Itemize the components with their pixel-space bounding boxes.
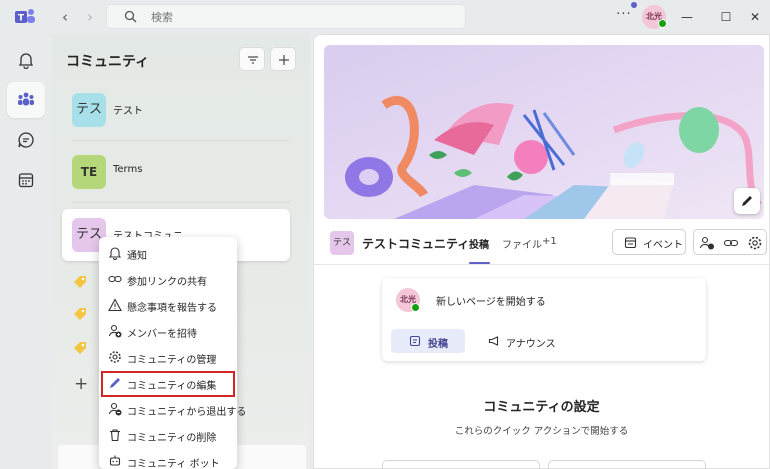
tab-posts[interactable]: 投稿 bbox=[469, 236, 489, 251]
menu-item-report[interactable]: 懸念事項を報告する bbox=[99, 293, 237, 319]
community-item[interactable]: テス テスト bbox=[62, 84, 290, 136]
calendar-icon bbox=[18, 173, 34, 188]
teams-logo-icon: T bbox=[15, 9, 35, 24]
calendar-icon bbox=[624, 237, 637, 249]
post-icon bbox=[409, 335, 421, 347]
add-community-button[interactable] bbox=[270, 47, 296, 71]
community-title: テストコミュニティ bbox=[362, 237, 470, 251]
filter-icon bbox=[248, 56, 258, 64]
community-avatar: テス bbox=[330, 231, 354, 255]
announcement-button[interactable]: アナウンス bbox=[478, 329, 568, 353]
communities-icon bbox=[18, 92, 34, 106]
community-item[interactable]: TE Terms bbox=[62, 146, 290, 198]
rail-calendar[interactable] bbox=[7, 162, 45, 198]
menu-item-label: 懸念事項を報告する bbox=[127, 303, 217, 314]
menu-item-manage[interactable]: コミュニティの管理 bbox=[99, 345, 237, 371]
svg-text:T: T bbox=[18, 14, 25, 24]
divider bbox=[72, 140, 290, 141]
community-avatar: テス bbox=[72, 93, 106, 127]
app-rail bbox=[0, 34, 52, 469]
search-input[interactable] bbox=[151, 8, 451, 26]
context-menu: 通知 参加リンクの共有 懸念事項を報告する メンバーを招待 コミュニティの管理 … bbox=[99, 237, 246, 469]
warning-icon bbox=[108, 298, 122, 312]
community-header: テス テストコミュニティ 投稿 ファイル +1 イベント bbox=[314, 219, 769, 265]
trash-icon bbox=[110, 429, 120, 442]
manage-members-icon[interactable] bbox=[699, 235, 715, 251]
bell-icon bbox=[108, 247, 122, 260]
link-icon bbox=[108, 275, 122, 283]
new-page-prompt[interactable]: 新しいページを開始する bbox=[436, 293, 546, 308]
pencil-icon bbox=[742, 196, 752, 206]
menu-item-label: コミュニティの編集 bbox=[127, 381, 217, 392]
notification-dot bbox=[631, 2, 637, 8]
tag-icon bbox=[74, 308, 86, 320]
tag-icon bbox=[74, 276, 86, 288]
menu-item-edit-community[interactable]: コミュニティの編集 bbox=[101, 371, 235, 397]
plus-icon bbox=[279, 55, 289, 65]
filter-button[interactable] bbox=[239, 47, 265, 71]
tab-files[interactable]: ファイル bbox=[502, 236, 542, 251]
panel-title: コミュニティ bbox=[66, 54, 150, 70]
settings-subtitle: これらのクイック アクションで開始する bbox=[454, 426, 629, 437]
community-avatar: TE bbox=[72, 155, 106, 189]
menu-item-label: コミュニティから退出する bbox=[127, 407, 247, 418]
rail-communities[interactable] bbox=[7, 82, 45, 118]
title-bar: T ‹ › ··· 北光 — ☐ ✕ bbox=[0, 0, 770, 34]
add-person-icon bbox=[108, 324, 122, 338]
menu-item-share-link[interactable]: 参加リンクの共有 bbox=[99, 267, 237, 293]
quick-action-card[interactable] bbox=[382, 460, 540, 469]
post-button[interactable]: 投稿 bbox=[391, 329, 465, 353]
back-button[interactable]: ‹ bbox=[57, 8, 73, 26]
minimize-button[interactable]: — bbox=[677, 8, 697, 26]
pencil-icon bbox=[110, 378, 120, 388]
menu-item-label: 参加リンクの共有 bbox=[127, 277, 207, 288]
link-icon[interactable] bbox=[723, 235, 739, 251]
community-name: Terms bbox=[113, 164, 143, 175]
tag-icon bbox=[74, 342, 86, 354]
composer-card: 北光 新しいページを開始する 投稿 アナウンス bbox=[382, 278, 706, 361]
settings-title: コミュニティの設定 bbox=[483, 400, 600, 415]
bell-icon bbox=[18, 53, 34, 69]
post-label: 投稿 bbox=[428, 339, 448, 350]
header-actions bbox=[693, 229, 767, 255]
search-icon bbox=[124, 10, 137, 23]
close-button[interactable]: ✕ bbox=[745, 8, 765, 26]
menu-item-notifications[interactable]: 通知 bbox=[99, 241, 237, 267]
quick-action-card[interactable] bbox=[548, 460, 706, 469]
main-content: テス テストコミュニティ 投稿 ファイル +1 イベント 北光 新しいページを開… bbox=[313, 34, 770, 469]
rail-activity[interactable] bbox=[7, 42, 45, 78]
menu-item-leave[interactable]: コミュニティから退出する bbox=[99, 397, 246, 423]
divider bbox=[72, 202, 290, 203]
gear-icon[interactable] bbox=[747, 235, 763, 251]
menu-item-delete[interactable]: コミュニティの削除 bbox=[99, 423, 237, 449]
presence-available-icon bbox=[658, 19, 667, 28]
menu-item-label: コミュニティの管理 bbox=[127, 355, 217, 366]
event-button[interactable]: イベント bbox=[612, 229, 686, 255]
menu-item-invite[interactable]: メンバーを招待 bbox=[99, 319, 237, 345]
active-tab-indicator bbox=[469, 262, 490, 264]
menu-item-label: 通知 bbox=[127, 251, 147, 262]
edit-banner-button[interactable] bbox=[734, 188, 760, 214]
event-label: イベント bbox=[643, 240, 683, 251]
gear-icon bbox=[109, 351, 121, 363]
chat-icon bbox=[18, 132, 34, 148]
rail-chat[interactable] bbox=[7, 122, 45, 158]
menu-item-bot[interactable]: コミュニティ ボット bbox=[99, 449, 237, 469]
megaphone-icon bbox=[488, 336, 499, 346]
leave-person-icon bbox=[108, 402, 122, 416]
more-options-button[interactable]: ··· bbox=[614, 8, 634, 24]
maximize-button[interactable]: ☐ bbox=[716, 8, 736, 26]
menu-item-label: コミュニティ ボット bbox=[127, 459, 220, 469]
announcement-label: アナウンス bbox=[506, 339, 556, 350]
community-name: テスト bbox=[113, 106, 143, 117]
tab-more[interactable]: +1 bbox=[542, 236, 557, 247]
menu-item-label: メンバーを招待 bbox=[127, 329, 197, 340]
bot-icon bbox=[109, 455, 121, 466]
community-banner-image bbox=[324, 45, 764, 219]
menu-item-label: コミュニティの削除 bbox=[127, 433, 217, 444]
presence-available-icon bbox=[411, 303, 420, 312]
search-box[interactable] bbox=[106, 4, 466, 29]
add-item-button[interactable]: + bbox=[74, 374, 88, 394]
forward-button[interactable]: › bbox=[82, 8, 98, 26]
